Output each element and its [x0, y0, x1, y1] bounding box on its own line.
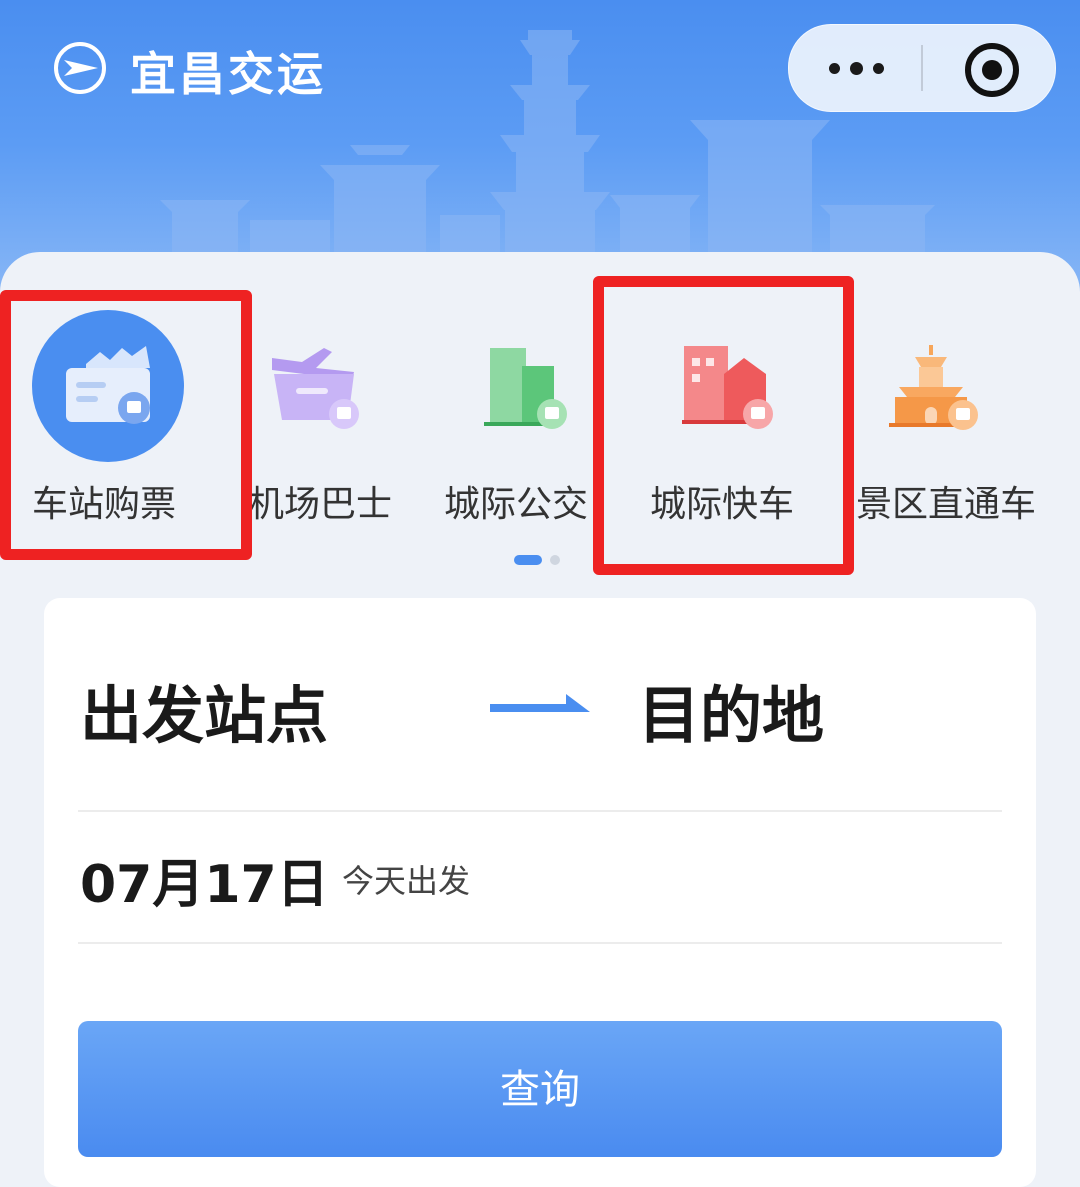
divider	[78, 810, 1002, 812]
highlight-box-intercity-express	[593, 276, 854, 575]
nav-label: 城际公交	[444, 484, 589, 525]
dot	[873, 63, 884, 74]
nav-label: 机场巴士	[248, 484, 393, 525]
divider	[78, 942, 1002, 944]
destination-field[interactable]: 目的地	[638, 665, 824, 755]
scenic-shuttle-icon	[889, 345, 978, 430]
brand-logo-icon	[54, 42, 106, 94]
highlight-box-station-ticket	[0, 290, 252, 560]
pager-indicator-active	[514, 555, 542, 565]
airport-bus-icon	[272, 348, 359, 429]
pager-indicator	[550, 555, 560, 565]
mini-program-capsule	[788, 24, 1056, 112]
departure-station-field[interactable]: 出发站点	[80, 665, 328, 755]
app-title: 宜昌交运	[130, 47, 326, 101]
date-field[interactable]: 07月17日	[80, 842, 329, 917]
intercity-bus-icon	[484, 348, 567, 429]
date-hint: 今天出发	[342, 862, 471, 900]
target-close-icon[interactable]	[923, 25, 1055, 111]
query-button[interactable]: 查询	[78, 1021, 1002, 1157]
arrow-right-icon	[490, 694, 590, 712]
close-dot	[982, 60, 1002, 80]
dot	[850, 62, 863, 75]
dot	[829, 63, 840, 74]
more-dots-icon[interactable]	[789, 25, 921, 111]
nav-label: 景区直通车	[856, 484, 1037, 525]
